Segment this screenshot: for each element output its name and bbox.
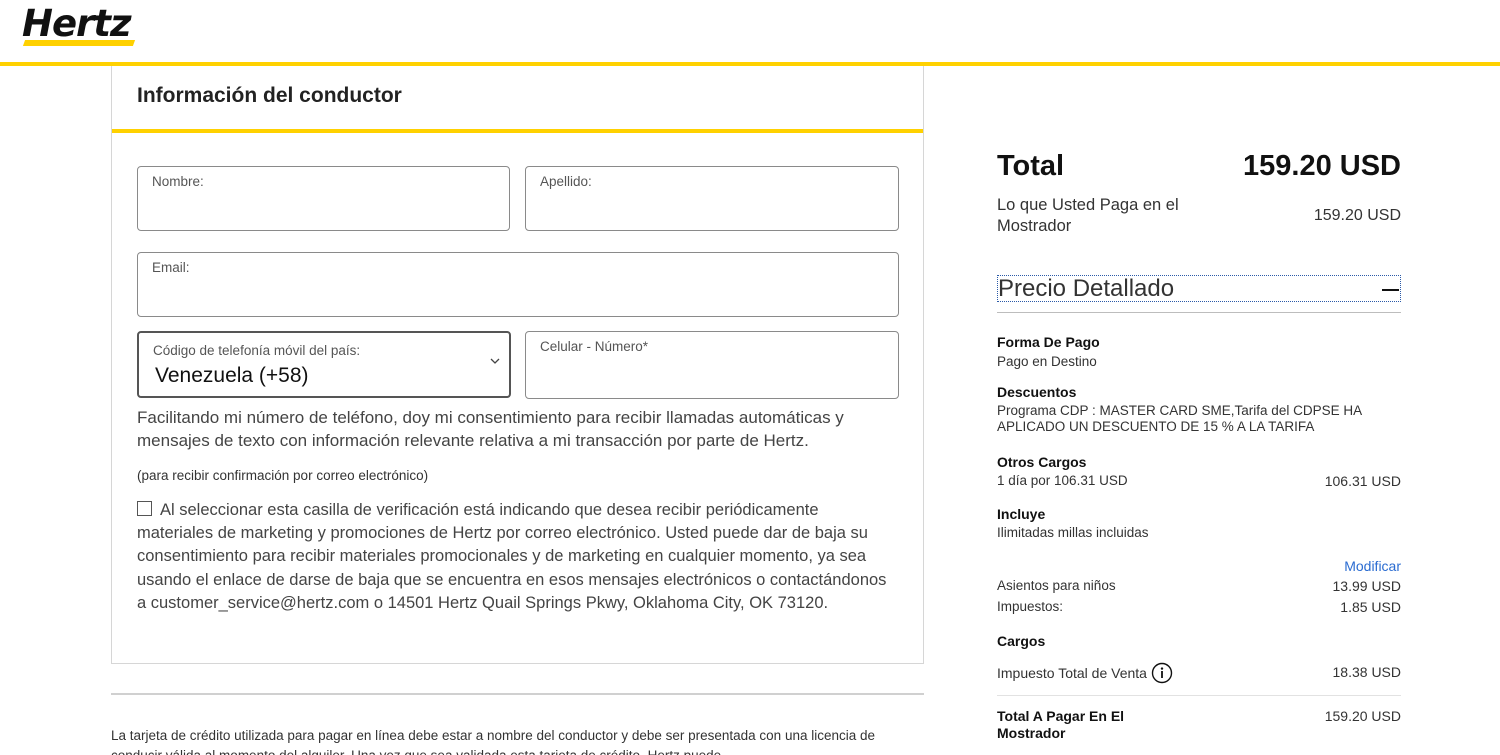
chevron-down-icon (490, 358, 500, 364)
counter-total-amount: 159.20 USD (1324, 708, 1401, 724)
phone-consent-text: Facilitando mi número de teléfono, doy m… (137, 408, 844, 450)
taxes-label: Impuestos: (997, 599, 1064, 614)
charges-title: Cargos (997, 633, 1046, 649)
child-seats-amount: 13.99 USD (1332, 578, 1401, 594)
payment-method-text: Pago en Destino (997, 354, 1097, 369)
collapse-minus-icon (1382, 289, 1399, 291)
card-title: Información del conductor (137, 84, 402, 107)
discounts-text: Programa CDP : MASTER CARD SME,Tarifa de… (997, 403, 1362, 434)
country-code-select[interactable]: Código de telefonía móvil del país: Vene… (137, 331, 511, 398)
email-field[interactable]: Email: (137, 252, 899, 317)
first-name-field[interactable]: Nombre: (137, 166, 510, 231)
logo-underline (22, 40, 136, 46)
card-divider (112, 129, 923, 133)
includes-title: Incluye (997, 506, 1046, 522)
section-separator (111, 693, 924, 695)
detailed-price-toggle[interactable]: Precio Detallado (997, 275, 1401, 302)
driver-info-card: Información del conductor Nombre: Apelli… (111, 66, 924, 664)
marketing-consent-block: Al seleccionar esta casilla de verificac… (137, 499, 897, 615)
other-charges-amount: 106.31 USD (1324, 473, 1401, 489)
total-divider (997, 695, 1401, 696)
country-code-label: Código de telefonía móvil del país: (153, 343, 361, 358)
country-code-value: Venezuela (+58) (155, 364, 309, 387)
total-label: Total (997, 150, 1065, 182)
taxes-amount: 1.85 USD (1340, 599, 1401, 615)
child-seats-label: Asientos para niños (997, 578, 1116, 593)
email-label: Email: (152, 260, 190, 275)
credit-card-notice: La tarjeta de crédito utilizada para pag… (111, 728, 876, 755)
counter-pay-label: Lo que Usted Paga en el Mostrador (997, 196, 1179, 235)
first-name-label: Nombre: (152, 174, 204, 189)
counter-total-label: Total A Pagar En El Mostrador (997, 708, 1125, 741)
mobile-number-label: Celular - Número* (540, 339, 649, 354)
other-charges-text: 1 día por 106.31 USD (997, 473, 1128, 488)
payment-method-title: Forma De Pago (997, 334, 1100, 350)
last-name-label: Apellido: (540, 174, 592, 189)
top-header: Hertz (0, 0, 1500, 66)
last-name-field[interactable]: Apellido: (525, 166, 899, 231)
includes-text: Ilimitadas millas incluidas (997, 525, 1149, 540)
modify-link[interactable]: Modificar (1344, 558, 1401, 574)
info-icon[interactable] (1151, 662, 1173, 684)
email-confirmation-note: (para recibir confirmación por correo el… (137, 468, 429, 483)
detailed-price-title: Precio Detallado (998, 275, 1175, 302)
marketing-consent-text: Al seleccionar esta casilla de verificac… (137, 501, 887, 612)
counter-pay-value: 159.20 USD (1313, 207, 1401, 224)
total-value: 159.20 USD (1243, 150, 1401, 182)
discounts-title: Descuentos (997, 384, 1077, 400)
sales-tax-amount: 18.38 USD (1332, 664, 1401, 680)
other-charges-title: Otros Cargos (997, 454, 1087, 470)
sales-tax-label: Impuesto Total de Venta (997, 665, 1147, 681)
hertz-logo[interactable]: Hertz (22, 2, 132, 45)
mobile-number-field[interactable]: Celular - Número* (525, 331, 899, 399)
marketing-checkbox[interactable] (137, 501, 152, 516)
sales-tax-row: Impuesto Total de Venta (997, 662, 1173, 684)
detail-divider (997, 312, 1401, 313)
